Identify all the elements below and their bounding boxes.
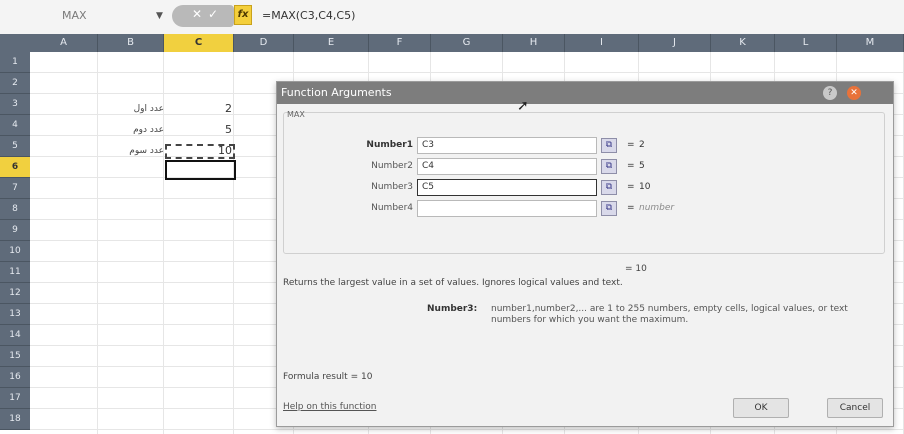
cancel-button[interactable]: Cancel [827,398,883,418]
arg-equals: = [627,182,635,192]
row-header-18[interactable]: 18 [0,409,30,430]
row-header-12[interactable]: 12 [0,283,30,304]
row-header-14[interactable]: 14 [0,325,30,346]
arg-input-number3[interactable]: C5 [417,179,597,196]
arg-label-number4: Number4 [371,203,413,213]
collapse-dialog-icon[interactable]: ⧉ [601,138,617,153]
column-header-k[interactable]: K [711,34,775,52]
column-header-c[interactable]: C [164,34,234,52]
function-arguments-dialog: Function Arguments ? ✕ ➚ MAX Number1 C3 … [276,81,894,427]
collapse-dialog-icon[interactable]: ⧉ [601,180,617,195]
row-header-8[interactable]: 8 [0,199,30,220]
row-header-6[interactable]: 6 [0,157,30,178]
gridline-horizontal [30,429,904,430]
row-header-16[interactable]: 16 [0,367,30,388]
dialog-title: Function Arguments [281,86,392,99]
column-header-i[interactable]: I [565,34,639,52]
enter-entry-icon[interactable]: ✓ [208,7,218,21]
row-header-13[interactable]: 13 [0,304,30,325]
cancel-entry-icon[interactable]: ✕ [192,7,202,21]
argument-help-text: number1,number2,... are 1 to 255 numbers… [491,304,848,325]
arg-input-number4[interactable] [417,200,597,217]
function-description: Returns the largest value in a set of va… [283,278,623,288]
copy-marquee [165,144,235,159]
help-on-function-link[interactable]: Help on this function [283,402,377,412]
arg-input-number1[interactable]: C3 [417,137,597,154]
formula-input[interactable]: =MAX(C3,C4,C5) [262,6,355,26]
insert-function-icon[interactable]: fx [234,5,252,25]
arg-equals: = [627,140,635,150]
arg-result-number3: 10 [639,182,651,192]
arg-equals: = [627,161,635,171]
gridline-vertical [233,52,234,434]
name-box[interactable]: MAX [30,6,150,26]
close-icon[interactable]: ✕ [847,86,861,100]
formula-bar: MAX ▼ ✕ ✓ fx =MAX(C3,C4,C5) [0,0,904,35]
cell-c4-value[interactable]: 5 [182,123,232,136]
row-header-1[interactable]: 1 [0,52,30,73]
arg-result-number4: number [639,203,675,213]
column-header-g[interactable]: G [431,34,503,52]
column-header-f[interactable]: F [369,34,431,52]
cell-b4-label[interactable]: عدد دوم [104,125,164,135]
active-cell-c6[interactable] [165,160,236,180]
row-header-4[interactable]: 4 [0,115,30,136]
row-header-3[interactable]: 3 [0,94,30,115]
collapse-dialog-icon[interactable]: ⧉ [601,159,617,174]
column-header-d[interactable]: D [234,34,294,52]
row-header-17[interactable]: 17 [0,388,30,409]
arg-label-number3: Number3 [371,182,413,192]
cell-b3-label[interactable]: عدد اول [104,104,164,114]
column-header-e[interactable]: E [294,34,369,52]
row-header-15[interactable]: 15 [0,346,30,367]
gridline-vertical [97,52,98,434]
cell-c3-value[interactable]: 2 [182,102,232,115]
arg-equals: = [627,203,635,213]
select-all-corner[interactable] [0,34,30,52]
arg-input-number2[interactable]: C4 [417,158,597,175]
cell-b5-label[interactable]: عدد سوم [104,146,164,156]
ok-button[interactable]: OK [733,398,789,418]
arg-label-number1: Number1 [366,140,413,150]
row-header-5[interactable]: 5 [0,136,30,157]
column-header-a[interactable]: A [30,34,98,52]
formula-edit-buttons: ✕ ✓ [172,5,234,27]
row-header-9[interactable]: 9 [0,220,30,241]
formula-result: Formula result = 10 [283,372,373,382]
row-header-11[interactable]: 11 [0,262,30,283]
argument-help-name: Number3: [427,304,478,314]
column-header-j[interactable]: J [639,34,711,52]
arg-result-number1: 2 [639,140,645,150]
function-result: = 10 [625,264,647,274]
column-header-l[interactable]: L [775,34,837,52]
row-header-2[interactable]: 2 [0,73,30,94]
row-header-7[interactable]: 7 [0,178,30,199]
arg-label-number2: Number2 [371,161,413,171]
help-icon[interactable]: ? [823,86,837,100]
column-header-b[interactable]: B [98,34,164,52]
gridline-horizontal [30,72,904,73]
column-header-m[interactable]: M [837,34,904,52]
name-box-dropdown-icon[interactable]: ▼ [156,6,163,26]
column-header-h[interactable]: H [503,34,565,52]
row-header-10[interactable]: 10 [0,241,30,262]
arg-result-number2: 5 [639,161,645,171]
dialog-titlebar[interactable]: Function Arguments ? ✕ [277,82,893,104]
collapse-dialog-icon[interactable]: ⧉ [601,201,617,216]
function-name-label: MAX [287,110,305,119]
